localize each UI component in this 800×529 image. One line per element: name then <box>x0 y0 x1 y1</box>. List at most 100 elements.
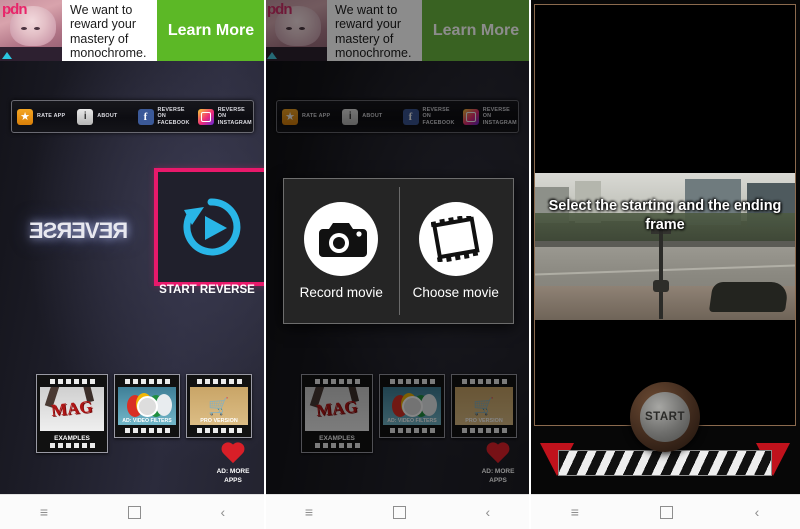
choose-movie-option[interactable]: Choose movie <box>398 179 514 323</box>
pro-version-inner-label: PRO VERSION <box>200 418 238 424</box>
ad-learn-more-button[interactable]: Learn More <box>157 0 265 61</box>
examples-inner-label: MAG <box>315 396 359 421</box>
phone-screen-2: pdn We want to reward your mastery of mo… <box>265 0 530 495</box>
pro-version-thumbnail-image: 🛒 PRO VERSION <box>190 387 248 425</box>
phone-screen-3: Select the starting and the ending frame… <box>530 0 800 495</box>
about-button[interactable]: i ABOUT <box>72 108 132 125</box>
adchoices-icon <box>2 52 12 59</box>
lens-icon <box>401 395 423 417</box>
start-reverse-label: START REVERSE <box>159 284 255 296</box>
examples-thumbnail-image: MAG <box>305 387 369 431</box>
heart-icon <box>485 443 511 467</box>
social-bar-1: ★ RATE APP i ABOUT f REVERSE ON FACEBOOK… <box>11 100 254 133</box>
pro-version-thumbnail-image: 🛒 PRO VERSION <box>455 387 513 425</box>
film-frame-icon <box>418 202 493 276</box>
facebook-button[interactable]: f REVERSE ON FACEBOOK <box>133 107 193 126</box>
film-perforation-top <box>40 379 104 384</box>
camera-icon <box>304 202 379 276</box>
film-perforation-bottom <box>190 428 248 433</box>
instagram-button[interactable]: REVERSE ON INSTAGRAM <box>458 107 518 126</box>
panel-home-screen: pdn We want to reward your mastery of mo… <box>0 0 265 529</box>
video-preview[interactable]: Select the starting and the ending frame <box>535 173 795 320</box>
examples-inner-label: MAG <box>50 396 94 421</box>
start-button[interactable]: START <box>630 382 700 452</box>
nav-bar-1: ≡ ‹ <box>0 494 265 529</box>
film-strip-timeline-icon <box>559 451 771 475</box>
scene-car <box>708 282 790 312</box>
panel-divider-1 <box>264 0 266 529</box>
more-apps-button[interactable]: AD: MORE APPS <box>211 443 255 485</box>
record-movie-option[interactable]: Record movie <box>284 179 399 323</box>
info-icon: i <box>77 108 94 125</box>
examples-thumbnail-image: MAG <box>40 387 104 431</box>
film-perforation-bottom <box>40 443 104 448</box>
recents-button[interactable]: ≡ <box>40 505 48 519</box>
ad-learn-more-button[interactable]: Learn More <box>422 0 530 61</box>
back-button[interactable]: ‹ <box>220 505 225 519</box>
lens-icon <box>136 395 158 417</box>
back-button[interactable]: ‹ <box>755 505 760 519</box>
rate-app-label: RATE APP <box>302 113 331 120</box>
camera-glyph <box>319 223 368 257</box>
star-icon: ★ <box>282 108 298 125</box>
timeline-filmstrip[interactable] <box>558 450 772 476</box>
film-perforation-bottom <box>383 428 441 433</box>
examples-thumbnail[interactable]: MAG EXAMPLES <box>301 374 373 453</box>
nav-bar-3: ≡ ‹ <box>530 494 800 529</box>
shopping-cart-icon: 🛒 <box>473 396 495 416</box>
ad-banner-1[interactable]: pdn We want to reward your mastery of mo… <box>0 0 265 61</box>
rate-app-button[interactable]: ★ RATE APP <box>277 108 337 125</box>
more-apps-button[interactable]: AD: MORE APPS <box>476 443 520 485</box>
ad-banner-2[interactable]: pdn We want to reward your mastery of mo… <box>265 0 530 61</box>
ad-portrait-eye-right <box>34 27 40 30</box>
home-button[interactable] <box>392 505 406 519</box>
instagram-label: REVERSE ON INSTAGRAM <box>217 106 252 126</box>
ad-portrait-eye-right <box>299 27 305 30</box>
facebook-button[interactable]: f REVERSE ON FACEBOOK <box>398 107 458 126</box>
color-blob-white <box>421 394 437 416</box>
record-movie-label: Record movie <box>299 285 383 300</box>
home-button[interactable] <box>660 505 674 519</box>
film-perforation-top <box>118 379 176 384</box>
more-apps-label: AD: MORE APPS <box>216 468 250 484</box>
editor-instruction-text: Select the starting and the ending frame <box>548 198 782 233</box>
star-icon: ★ <box>17 108 33 125</box>
about-button[interactable]: i ABOUT <box>337 108 397 125</box>
start-reverse-button[interactable] <box>154 168 265 286</box>
instagram-icon <box>462 108 479 125</box>
about-label: ABOUT <box>362 113 383 120</box>
ad-copy: We want to reward your mastery of monoch… <box>335 2 412 61</box>
facebook-icon: f <box>137 108 154 125</box>
pro-version-thumbnail[interactable]: 🛒 PRO VERSION <box>186 374 252 438</box>
film-perforation-top <box>455 379 513 384</box>
home-button[interactable] <box>127 505 141 519</box>
film-perforation-top <box>383 379 441 384</box>
examples-thumbnail[interactable]: MAG EXAMPLES <box>36 374 108 453</box>
film-perforation-bottom <box>455 428 513 433</box>
pro-version-inner-label: PRO VERSION <box>465 418 503 424</box>
film-frame-glyph <box>430 216 480 262</box>
pro-version-thumbnail[interactable]: 🛒 PRO VERSION <box>451 374 517 438</box>
recents-button[interactable]: ≡ <box>305 505 313 519</box>
rate-app-button[interactable]: ★ RATE APP <box>12 108 72 125</box>
facebook-label: REVERSE ON FACEBOOK <box>157 106 190 126</box>
screenshot-stage: pdn We want to reward your mastery of mo… <box>0 0 800 529</box>
ad-image: pdn <box>265 0 327 61</box>
panel-source-dialog: pdn We want to reward your mastery of mo… <box>265 0 530 529</box>
adchoices-icon <box>267 52 277 59</box>
video-filters-ad-thumbnail[interactable]: AD: VIDEO FILTERS <box>114 374 180 438</box>
instagram-button[interactable]: REVERSE ON INSTAGRAM <box>193 107 253 126</box>
source-selection-dialog: Record movie Choose movie <box>283 178 514 324</box>
editor-background: Select the starting and the ending frame… <box>530 0 800 495</box>
examples-caption: EXAMPLES <box>319 435 355 442</box>
about-label: ABOUT <box>97 113 118 120</box>
video-filters-ad-thumbnail[interactable]: AD: VIDEO FILTERS <box>379 374 445 438</box>
app-logo: REVERSE <box>30 218 129 243</box>
thumbnail-row-1: MAG EXAMPLES AD: VIDEO FILTERS 🛒 PRO VER… <box>36 374 252 453</box>
video-filters-thumbnail-image: AD: VIDEO FILTERS <box>383 387 441 425</box>
back-button[interactable]: ‹ <box>485 505 490 519</box>
start-button-label: START <box>640 392 690 442</box>
editor-preview-frame: Select the starting and the ending frame <box>534 4 796 426</box>
recents-button[interactable]: ≡ <box>571 505 579 519</box>
phone-screen-1: pdn We want to reward your mastery of mo… <box>0 0 265 495</box>
